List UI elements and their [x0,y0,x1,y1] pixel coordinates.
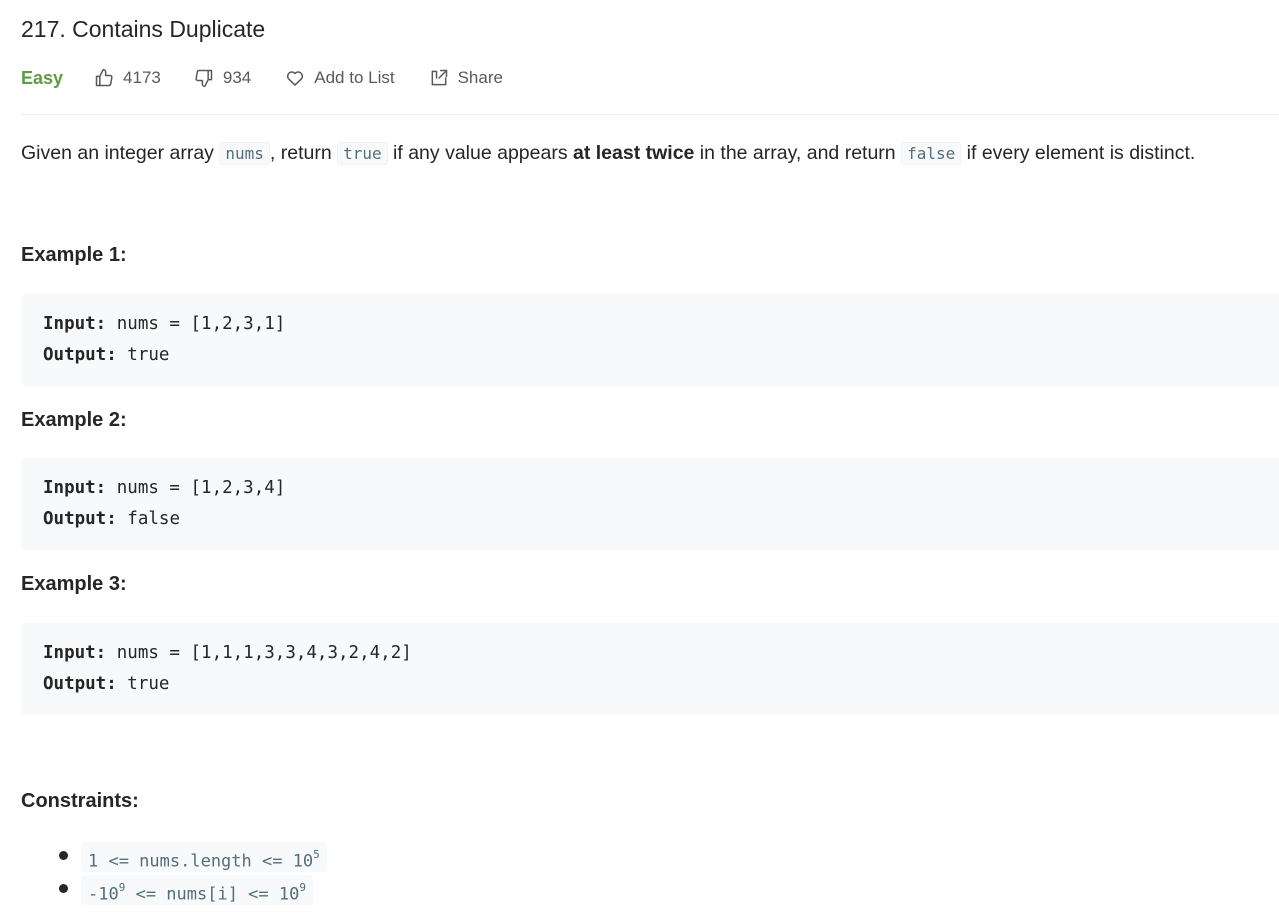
example-output: Output: true [43,345,169,365]
output-label: Output: [43,509,117,529]
dislike-count: 934 [222,68,252,87]
thumbs-down-icon [195,69,213,88]
bullet-icon [59,884,68,893]
example-output: Output: false [43,509,180,529]
desc-text: in the array, and return [694,142,902,164]
inline-code: nums [219,142,270,165]
desc-text: , return [269,142,338,164]
inline-code: true [337,142,388,165]
constraint-exponent: 5 [313,848,320,861]
input-label: Input: [43,643,107,663]
like-count: 4173 [123,68,161,87]
share-icon [431,69,447,86]
problem-meta-bar: Easy 4173 934 Add to List Share [21,64,503,92]
thumbs-up-icon [95,68,113,87]
add-to-list-button[interactable]: Add to List [285,68,395,88]
like-button[interactable]: 4173 [94,68,161,88]
dislike-button[interactable]: 934 [194,68,251,88]
problem-description: Given an integer array nums, return true… [21,138,1195,169]
constraint-code: 1 <= nums.length <= 105 [81,842,327,872]
example-1-title: Example 1: [21,244,127,266]
output-value: false [116,509,180,529]
example-input: Input: nums = [1,2,3,1] [43,314,285,334]
header-divider [21,114,1279,115]
constraint-code: -109 <= nums[i] <= 109 [81,875,313,905]
desc-text: if any value appears [387,142,573,164]
output-value: true [116,345,170,365]
desc-emphasis: at least twice [573,142,695,164]
desc-text: if every element is distinct. [961,142,1196,164]
output-label: Output: [43,345,117,365]
difficulty-badge: Easy [21,67,64,88]
example-3-box: Input: nums = [1,1,1,3,3,4,3,2,4,2] Outp… [21,623,1279,715]
add-to-list-label: Add to List [314,68,395,87]
example-1-box: Input: nums = [1,2,3,1] Output: true [21,294,1279,386]
constraint-exponent: 9 [118,881,126,894]
input-value: nums = [1,2,3,4] [106,478,286,498]
output-value: true [116,674,170,694]
input-label: Input: [43,314,107,334]
desc-text: Given an integer array [21,142,220,164]
input-value: nums = [1,2,3,1] [106,314,286,334]
constraint-text: 1 <= nums.length <= 10 [88,851,314,872]
example-output: Output: true [43,674,169,694]
input-label: Input: [43,478,107,498]
inline-code: false [901,142,962,165]
example-2-title: Example 2: [21,409,127,431]
input-value: nums = [1,1,1,3,3,4,3,2,4,2] [106,643,412,663]
constraints-title: Constraints: [21,790,139,812]
problem-title: 217. Contains Duplicate [21,16,266,42]
constraint-text: -10 [88,884,119,905]
example-input: Input: nums = [1,1,1,3,3,4,3,2,4,2] [43,643,412,663]
problem-page: 217. Contains Duplicate Easy 4173 934 Ad… [0,0,1279,924]
constraint-exponent: 9 [299,881,306,894]
output-label: Output: [43,674,117,694]
bullet-icon [59,851,68,860]
constraint-text: <= nums[i] <= 10 [125,884,300,905]
example-2-box: Input: nums = [1,2,3,4] Output: false [21,458,1279,550]
share-label: Share [457,68,503,87]
share-button[interactable]: Share [429,68,503,88]
example-input: Input: nums = [1,2,3,4] [43,478,285,498]
example-3-title: Example 3: [21,573,127,595]
heart-icon [287,71,304,86]
